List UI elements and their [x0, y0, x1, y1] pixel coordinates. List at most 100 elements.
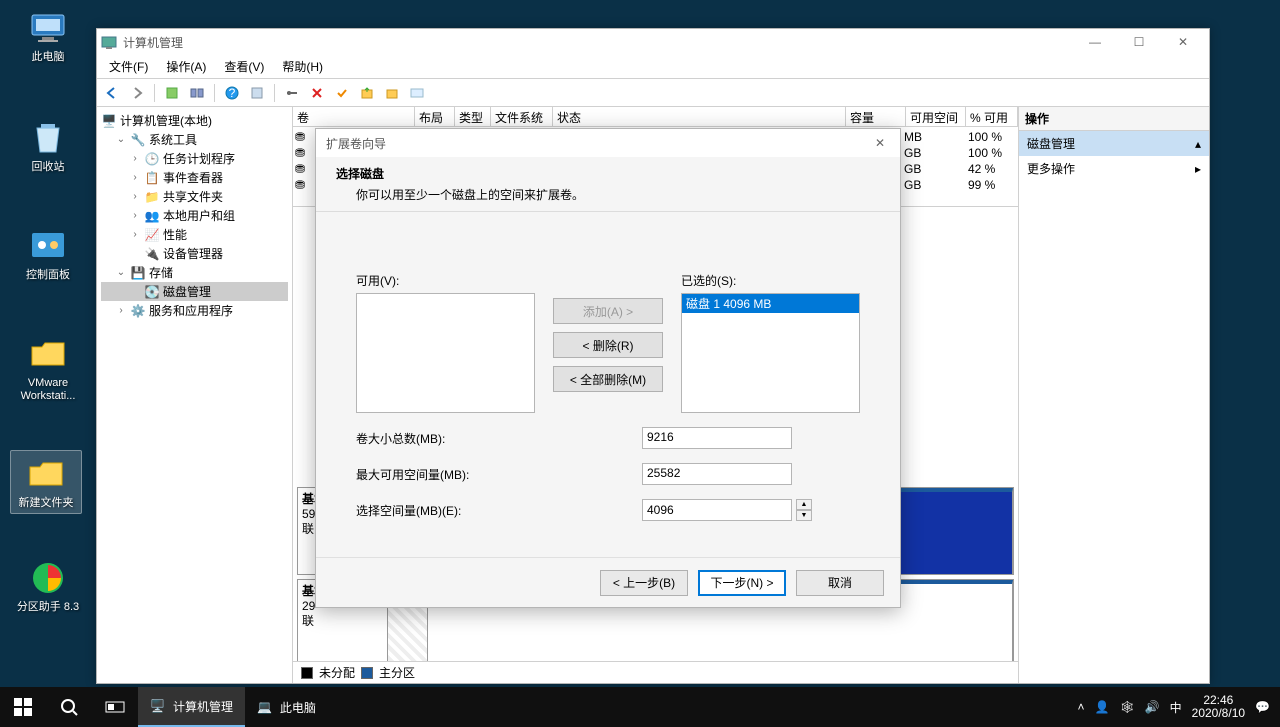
cancel-button[interactable]: 取消: [796, 570, 884, 596]
next-button[interactable]: 下一步(N) >: [698, 570, 786, 596]
toolbar-btn[interactable]: [406, 82, 428, 104]
desktop-icon-new-folder[interactable]: 新建文件夹: [10, 450, 82, 514]
legend-swatch-primary: [361, 667, 373, 679]
dialog-close-button[interactable]: ✕: [870, 136, 890, 150]
help-button[interactable]: ?: [221, 82, 243, 104]
add-button[interactable]: 添加(A) >: [553, 298, 663, 324]
menu-file[interactable]: 文件(F): [101, 56, 156, 77]
tree-disk-management[interactable]: 💽磁盘管理: [101, 282, 288, 301]
volume-icon[interactable]: 🔊: [1145, 700, 1160, 714]
toolbar-btn[interactable]: [381, 82, 403, 104]
tree-task-scheduler[interactable]: ›🕒任务计划程序: [101, 149, 288, 168]
tree-label: 性能: [163, 226, 187, 243]
spin-down-button[interactable]: ▼: [796, 510, 812, 521]
event-icon: 📋: [144, 170, 160, 186]
desktop-icon-label: 控制面板: [26, 269, 70, 282]
action-more[interactable]: 更多操作▸: [1019, 156, 1209, 181]
svg-text:?: ?: [229, 86, 236, 100]
system-tray[interactable]: ˄ 👤 🕸 🔊 中 22:462020/8/10 💬: [1067, 694, 1280, 720]
tree-label: 本地用户和组: [163, 207, 235, 224]
notifications-icon[interactable]: 💬: [1255, 700, 1270, 714]
disk-icon: 💽: [144, 284, 160, 300]
col-type[interactable]: 类型: [455, 107, 491, 126]
forward-button[interactable]: [126, 82, 148, 104]
desktop-icon-label: 新建文件夹: [19, 497, 74, 510]
col-free[interactable]: 可用空间: [906, 107, 966, 126]
col-capacity[interactable]: 容量: [846, 107, 906, 126]
col-fs[interactable]: 文件系统: [491, 107, 553, 126]
ime-indicator[interactable]: 中: [1170, 699, 1182, 716]
folder-icon: 💻: [257, 700, 272, 714]
tray-chevron-icon[interactable]: ˄: [1077, 700, 1084, 714]
selected-listbox[interactable]: 磁盘 1 4096 MB: [681, 293, 860, 413]
back-button[interactable]: < 上一步(B): [600, 570, 688, 596]
select-space-label: 选择空间量(MB)(E):: [356, 502, 636, 519]
remove-button[interactable]: < 删除(R): [553, 332, 663, 358]
toolbar-btn[interactable]: [331, 82, 353, 104]
chevron-up-icon: ▴: [1195, 137, 1201, 151]
storage-icon: 💾: [130, 265, 146, 281]
dialog-title: 扩展卷向导: [326, 135, 870, 152]
taskbar: 🖥️计算机管理 💻此电脑 ˄ 👤 🕸 🔊 中 22:462020/8/10 💬: [0, 687, 1280, 727]
menu-action[interactable]: 操作(A): [158, 56, 214, 77]
start-button[interactable]: [0, 687, 46, 727]
back-button[interactable]: [101, 82, 123, 104]
nav-tree[interactable]: 🖥️计算机管理(本地) ⌄🔧系统工具 ›🕒任务计划程序 ›📋事件查看器 ›📁共享…: [97, 107, 293, 683]
list-item[interactable]: 磁盘 1 4096 MB: [682, 294, 859, 313]
search-button[interactable]: [46, 687, 92, 727]
col-status[interactable]: 状态: [553, 107, 846, 126]
folder-icon: [26, 454, 66, 494]
network-icon[interactable]: 🕸: [1119, 700, 1134, 714]
select-space-input[interactable]: [642, 499, 792, 521]
col-pct[interactable]: % 可用: [966, 107, 1018, 126]
maximize-button[interactable]: ☐: [1117, 29, 1161, 55]
taskbar-app-computer-management[interactable]: 🖥️计算机管理: [138, 687, 245, 727]
tree-storage[interactable]: ⌄💾存储: [101, 263, 288, 282]
remove-all-button[interactable]: < 全部删除(M): [553, 366, 663, 392]
toolbar-btn[interactable]: [186, 82, 208, 104]
menu-view[interactable]: 查看(V): [216, 56, 272, 77]
tree-local-users[interactable]: ›👥本地用户和组: [101, 206, 288, 225]
task-view-button[interactable]: [92, 687, 138, 727]
col-layout[interactable]: 布局: [415, 107, 455, 126]
tree-label: 事件查看器: [163, 169, 223, 186]
desktop-icon-this-pc[interactable]: 此电脑: [12, 8, 84, 64]
toolbar: ?: [97, 79, 1209, 107]
partition-assistant-icon: [28, 558, 68, 598]
control-panel-icon: [28, 226, 68, 266]
actions-header: 操作: [1019, 107, 1209, 131]
menu-help[interactable]: 帮助(H): [274, 56, 331, 77]
dialog-body: 可用(V): 添加(A) > < 删除(R) < 全部删除(M) 已选的(S):…: [316, 212, 900, 557]
desktop-icon-recycle-bin[interactable]: 回收站: [12, 118, 84, 174]
delete-button[interactable]: [306, 82, 328, 104]
toolbar-btn[interactable]: [356, 82, 378, 104]
desktop-icon-vmware[interactable]: VMware Workstati...: [12, 334, 84, 403]
desktop-icon-label: VMware Workstati...: [12, 377, 84, 403]
clock[interactable]: 22:462020/8/10: [1192, 694, 1245, 720]
taskbar-app-this-pc[interactable]: 💻此电脑: [245, 687, 328, 727]
close-button[interactable]: ✕: [1161, 29, 1205, 55]
desktop-icon-aomei[interactable]: 分区助手 8.3: [12, 558, 84, 614]
tree-label: 存储: [149, 264, 173, 281]
tree-shared-folders[interactable]: ›📁共享文件夹: [101, 187, 288, 206]
tree-root[interactable]: 🖥️计算机管理(本地): [101, 111, 288, 130]
action-disk-management[interactable]: 磁盘管理▴: [1019, 131, 1209, 156]
twisty-icon: ⌄: [115, 134, 127, 145]
taskbar-app-label: 计算机管理: [173, 698, 233, 715]
toolbar-btn[interactable]: [161, 82, 183, 104]
minimize-button[interactable]: —: [1073, 29, 1117, 55]
available-listbox[interactable]: [356, 293, 535, 413]
tree-device-manager[interactable]: 🔌设备管理器: [101, 244, 288, 263]
desktop-icon-control-panel[interactable]: 控制面板: [12, 226, 84, 282]
spin-up-button[interactable]: ▲: [796, 499, 812, 510]
toolbar-btn[interactable]: [281, 82, 303, 104]
tree-label: 设备管理器: [163, 245, 223, 262]
toolbar-btn[interactable]: [246, 82, 268, 104]
tree-services-apps[interactable]: ›⚙️服务和应用程序: [101, 301, 288, 320]
tree-event-viewer[interactable]: ›📋事件查看器: [101, 168, 288, 187]
people-icon[interactable]: 👤: [1095, 700, 1110, 714]
tree-performance[interactable]: ›📈性能: [101, 225, 288, 244]
tree-label: 计算机管理(本地): [120, 112, 212, 129]
tree-system-tools[interactable]: ⌄🔧系统工具: [101, 130, 288, 149]
col-volume[interactable]: 卷: [293, 107, 415, 126]
